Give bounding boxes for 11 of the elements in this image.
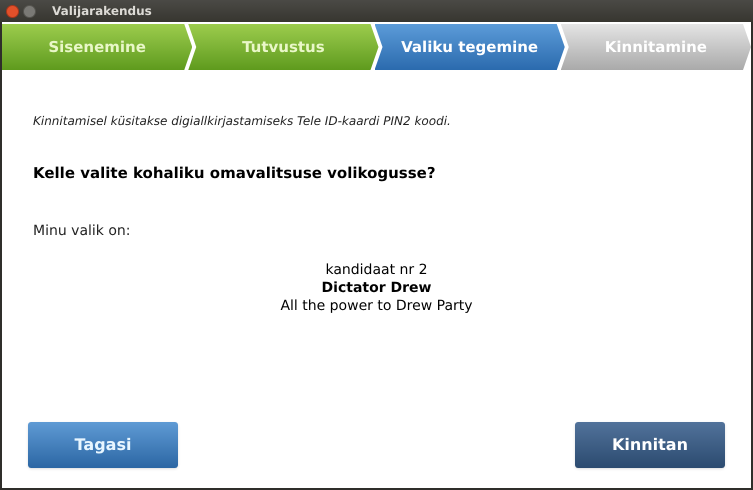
candidate-party: All the power to Drew Party — [280, 296, 473, 314]
candidate-name: Dictator Drew — [322, 278, 432, 296]
window-title: Valijarakendus — [52, 3, 152, 20]
confirm-button[interactable]: Kinnitan — [575, 422, 725, 468]
minimize-icon[interactable] — [23, 4, 36, 18]
choice-label: Minu valik on: — [33, 222, 132, 240]
candidate-number: kandidaat nr 2 — [325, 260, 428, 278]
back-button[interactable]: Tagasi — [28, 422, 178, 468]
close-icon[interactable] — [6, 4, 19, 18]
question-text: Kelle valite kohaliku omavalitsuse volikogusse? — [33, 163, 437, 184]
notice-text: Kinnitamisel küsitakse digiallkirjastamiseks Tele ID-kaardi PIN2 koodi. — [33, 113, 452, 130]
